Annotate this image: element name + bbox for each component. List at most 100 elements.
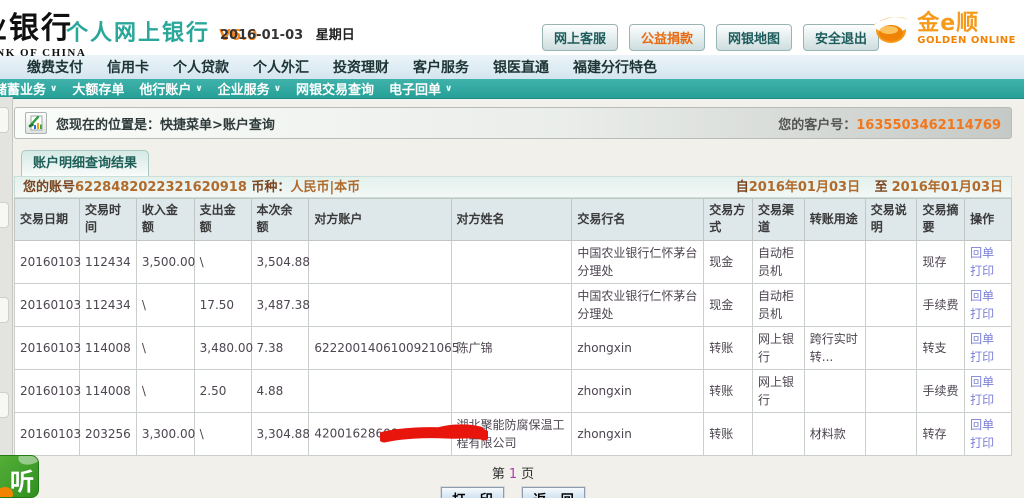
table-cell: 中国农业银行仁怀茅台分理处 [572,240,704,283]
table-cell: 转支 [917,326,965,369]
account-summary-bar: 您的账号6228482022321620918 币种：人民币|本币 自2016年… [14,176,1012,198]
table-cell: 114008 [79,326,136,369]
col-trade-summary: 交易摘要 [917,199,965,241]
collapsed-sidebar-edge[interactable] [0,97,13,455]
table-cell: 材料款 [804,412,865,455]
table-cell: \ [136,283,194,326]
table-cell: 自动柜员机 [753,283,805,326]
account-label: 您的账号 [23,180,75,195]
table-cell: 自动柜员机 [753,240,805,283]
sidebar-item-edge [0,202,9,228]
table-cell [309,240,451,283]
table-cell: 转账 [704,326,753,369]
table-cell: 现存 [917,240,965,283]
table-cell [309,283,451,326]
receipt-print-link[interactable]: 回单打印 [970,289,994,321]
back-button[interactable]: 返 回 [522,487,585,498]
table-cell: 42001628608 [309,412,451,455]
table-cell: \ [194,240,251,283]
table-cell [865,240,917,283]
table-cell: 现金 [704,240,753,283]
nav-bank-medical[interactable]: 银医直通 [493,57,549,77]
bank-name-english: BANK OF CHINA [0,47,85,59]
table-cell [865,283,917,326]
table-cell: zhongxin [572,412,704,455]
nav-payments[interactable]: 缴费支付 [27,57,83,77]
print-button[interactable]: 打 印 [441,487,504,498]
table-cell: 陈广锦 [451,326,572,369]
table-row: 20160103114008\2.504.88zhongxin转账网上银行手续费… [15,369,1012,412]
table-cell [804,369,865,412]
table-cell [865,369,917,412]
tab-account-detail-results[interactable]: 账户明细查询结果 [21,150,149,176]
table-cell: 20160103 [15,240,80,283]
col-counterparty-name: 对方姓名 [451,199,572,241]
current-weekday: 星期日 [316,28,355,43]
table-cell: 17.50 [194,283,251,326]
secondary-nav: 储蓄业务 ∨ 大额存单 他行账户 ∨ 企业服务 ∨ 网银交易查询 电子回单 ∨ [0,79,1024,99]
col-counterparty-account: 对方账户 [309,199,451,241]
page-prefix: 第 [492,467,505,482]
nav-customer-service[interactable]: 客户服务 [413,57,469,77]
widget-accent-dot [0,487,13,498]
nav-personal-loan[interactable]: 个人贷款 [173,57,229,77]
table-cell: 网上银行 [753,369,805,412]
breadcrumb-location: 您现在的位置是：快捷菜单>账户查询 [56,114,275,133]
nav-other-bank-accounts[interactable]: 他行账户 ∨ [139,79,202,98]
table-cell: 6222001406100921065 [309,326,451,369]
table-cell: 网上银行 [753,326,805,369]
table-cell [309,369,451,412]
redaction-scribble [380,424,488,444]
nav-credit-card[interactable]: 信用卡 [107,57,149,77]
col-actions: 操作 [965,199,1012,241]
receipt-print-link[interactable]: 回单打印 [970,375,994,407]
currency-label: 币种： [251,180,290,195]
table-cell: 4.88 [251,369,309,412]
page-number: 1 [505,467,521,482]
to-date: 2016年01月03日 [892,180,1003,195]
sidebar-item-edge [0,392,9,418]
table-row: 201601032032563,300.00\3,304.88420016286… [15,412,1012,455]
table-cell: 20160103 [15,412,80,455]
charity-donation-button[interactable]: 公益捐款 [629,24,705,51]
nav-corporate-services[interactable]: 企业服务 ∨ [218,79,281,98]
col-trade-date: 交易日期 [15,199,80,241]
floating-widget-icon[interactable]: 听 [0,455,39,498]
table-cell: 3,300.00 [136,412,194,455]
table-cell: 转账 [704,412,753,455]
sidebar-item-edge [0,297,9,323]
nav-personal-forex[interactable]: 个人外汇 [253,57,309,77]
quick-links: 网上客服 公益捐款 网银地图 安全退出 [542,24,879,51]
nav-transaction-query[interactable]: 网银交易查询 [296,79,374,98]
table-cell: 转存 [917,412,965,455]
table-cell: 203256 [79,412,136,455]
table-cell: 回单打印 [965,283,1012,326]
table-cell: 114008 [79,369,136,412]
table-cell: 回单打印 [965,240,1012,283]
table-cell: 2.50 [194,369,251,412]
table-cell: 3,487.38 [251,283,309,326]
table-cell [753,412,805,455]
safe-logout-button[interactable]: 安全退出 [803,24,879,51]
date-display: 2016-01-03 星期日 [220,24,355,43]
table-cell: 20160103 [15,283,80,326]
transactions-tbody: 201601031124343,500.00\3,504.88中国农业银行仁怀茅… [15,240,1012,455]
logo-text-en: GOLDEN ONLINE [917,35,1016,46]
nav-savings[interactable]: 储蓄业务 ∨ [0,79,57,98]
table-cell: 中国农业银行仁怀茅台分理处 [572,283,704,326]
nav-investment[interactable]: 投资理财 [333,57,389,77]
tab-row: 账户明细查询结果 [14,150,1012,176]
receipt-print-link[interactable]: 回单打印 [970,418,994,450]
bank-map-button[interactable]: 网银地图 [716,24,792,51]
col-trade-channel: 交易渠道 [753,199,805,241]
online-service-button[interactable]: 网上客服 [542,24,618,51]
table-cell: zhongxin [572,369,704,412]
nav-large-deposit[interactable]: 大额存单 [72,79,124,98]
nav-fujian-branch[interactable]: 福建分行特色 [573,57,657,77]
table-cell: 回单打印 [965,326,1012,369]
table-cell: 20160103 [15,369,80,412]
col-bank-name: 交易行名 [572,199,704,241]
nav-e-receipt[interactable]: 电子回单 ∨ [389,79,452,98]
receipt-print-link[interactable]: 回单打印 [970,246,994,278]
receipt-print-link[interactable]: 回单打印 [970,332,994,364]
